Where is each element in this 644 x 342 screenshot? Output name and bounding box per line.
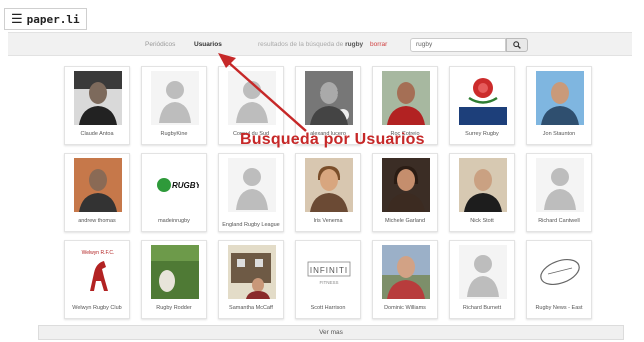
user-name[interactable]: Scott Harrison — [296, 305, 360, 312]
user-name[interactable]: Welwyn Rugby Club — [65, 305, 129, 312]
tab-periodicos[interactable]: Periódicos — [145, 41, 175, 48]
user-photo[interactable] — [305, 71, 353, 125]
user-card[interactable]: RugbyKine — [141, 66, 207, 145]
results-prefix: resultados de la búsqueda de — [258, 41, 344, 48]
user-name[interactable]: andrew thomas — [65, 218, 129, 225]
user-name[interactable]: Rugby Rodder — [142, 305, 206, 312]
user-card[interactable]: Rugby News - East — [526, 240, 592, 319]
user-photo[interactable] — [228, 71, 276, 125]
svg-text:RUGBY: RUGBY — [172, 181, 199, 190]
search-bar: Periódicos Usuarios resultados de la bús… — [8, 32, 632, 56]
logo-text: paper.li — [26, 12, 80, 26]
svg-text:INFINITI: INFINITI — [310, 266, 348, 275]
user-photo[interactable] — [151, 71, 199, 125]
user-name[interactable]: Dominic Williams — [373, 305, 437, 312]
user-photo[interactable] — [151, 245, 199, 299]
user-card[interactable]: Iris Venema — [295, 153, 361, 232]
user-photo[interactable] — [305, 158, 353, 212]
search-input[interactable]: rugby — [410, 38, 506, 52]
user-photo[interactable] — [228, 245, 276, 299]
logo[interactable]: ☰ paper.li — [4, 8, 87, 30]
user-photo[interactable] — [382, 245, 430, 299]
tab-usuarios[interactable]: Usuarios — [194, 41, 222, 48]
search-button[interactable] — [506, 38, 528, 52]
user-card[interactable]: Richard Burnett — [449, 240, 515, 319]
default-avatar-icon — [536, 158, 584, 212]
user-photo[interactable] — [459, 71, 507, 125]
user-card[interactable]: Claude Antoa — [64, 66, 130, 145]
user-photo[interactable]: RUGBY — [151, 158, 199, 212]
user-card[interactable]: Rugby Rodder — [141, 240, 207, 319]
user-grid: Claude Antoa RugbyKine Consul du Sud alexan… — [64, 66, 600, 319]
user-photo[interactable] — [536, 245, 584, 299]
results-text: resultados de la búsqueda de rugby — [258, 41, 363, 48]
default-avatar-icon — [151, 71, 199, 125]
user-photo[interactable] — [459, 245, 507, 299]
user-name[interactable]: Michele Garland — [373, 218, 437, 225]
user-photo[interactable] — [228, 158, 276, 212]
default-avatar-icon — [228, 71, 276, 125]
user-name[interactable]: Surrey Rugby — [450, 131, 514, 138]
user-card[interactable]: Nick Stott — [449, 153, 515, 232]
search-icon — [513, 41, 521, 49]
hamburger-icon[interactable]: ☰ — [11, 13, 23, 26]
user-photo[interactable] — [536, 71, 584, 125]
user-card[interactable]: Surrey Rugby — [449, 66, 515, 145]
user-card[interactable]: RUGBY madeinrugby — [141, 153, 207, 232]
user-name[interactable]: Jon Staunton — [527, 131, 591, 138]
user-photo[interactable]: Welwyn R.F.C. — [74, 245, 122, 299]
user-card[interactable]: England Rugby League — [218, 153, 284, 232]
user-name[interactable]: RugbyKine — [142, 131, 206, 138]
user-card[interactable]: Welwyn R.F.C. Welwyn Rugby Club — [64, 240, 130, 319]
user-card[interactable]: Dominic Williams — [372, 240, 438, 319]
results-term: rugby — [345, 41, 364, 48]
user-card[interactable]: Samantha McCaff — [218, 240, 284, 319]
default-avatar-icon — [228, 158, 276, 212]
annotation-label: Busqueda por Usuarios — [240, 131, 425, 148]
user-photo[interactable] — [382, 71, 430, 125]
user-card[interactable]: Richard Cantwell — [526, 153, 592, 232]
user-photo[interactable] — [536, 158, 584, 212]
svg-text:FITNESS: FITNESS — [319, 280, 338, 285]
user-name[interactable]: Rugby News - East — [527, 305, 591, 312]
user-name[interactable]: England Rugby League — [219, 222, 283, 229]
clear-link[interactable]: borrar — [370, 41, 387, 48]
default-avatar-icon — [459, 245, 507, 299]
user-card[interactable]: Michele Garland — [372, 153, 438, 232]
user-name[interactable]: Claude Antoa — [65, 131, 129, 138]
user-card[interactable]: andrew thomas — [64, 153, 130, 232]
user-photo[interactable] — [74, 158, 122, 212]
ver-mas-button[interactable]: Ver mas — [38, 325, 624, 340]
user-card[interactable]: INFINITI FITNESS Scott Harrison — [295, 240, 361, 319]
user-name[interactable]: Richard Cantwell — [527, 218, 591, 225]
user-name[interactable]: Richard Burnett — [450, 305, 514, 312]
user-photo[interactable]: INFINITI FITNESS — [305, 245, 353, 299]
user-card[interactable]: Jon Staunton — [526, 66, 592, 145]
user-name[interactable]: madeinrugby — [142, 218, 206, 225]
page-root: ☰ paper.li Periódicos Usuarios resultado… — [0, 0, 644, 342]
user-name[interactable]: Nick Stott — [450, 218, 514, 225]
user-photo[interactable] — [382, 158, 430, 212]
user-name[interactable]: Samantha McCaff — [219, 305, 283, 312]
user-photo[interactable] — [459, 158, 507, 212]
user-name[interactable]: Iris Venema — [296, 218, 360, 225]
svg-text:Welwyn R.F.C.: Welwyn R.F.C. — [82, 250, 115, 256]
user-photo[interactable] — [74, 71, 122, 125]
